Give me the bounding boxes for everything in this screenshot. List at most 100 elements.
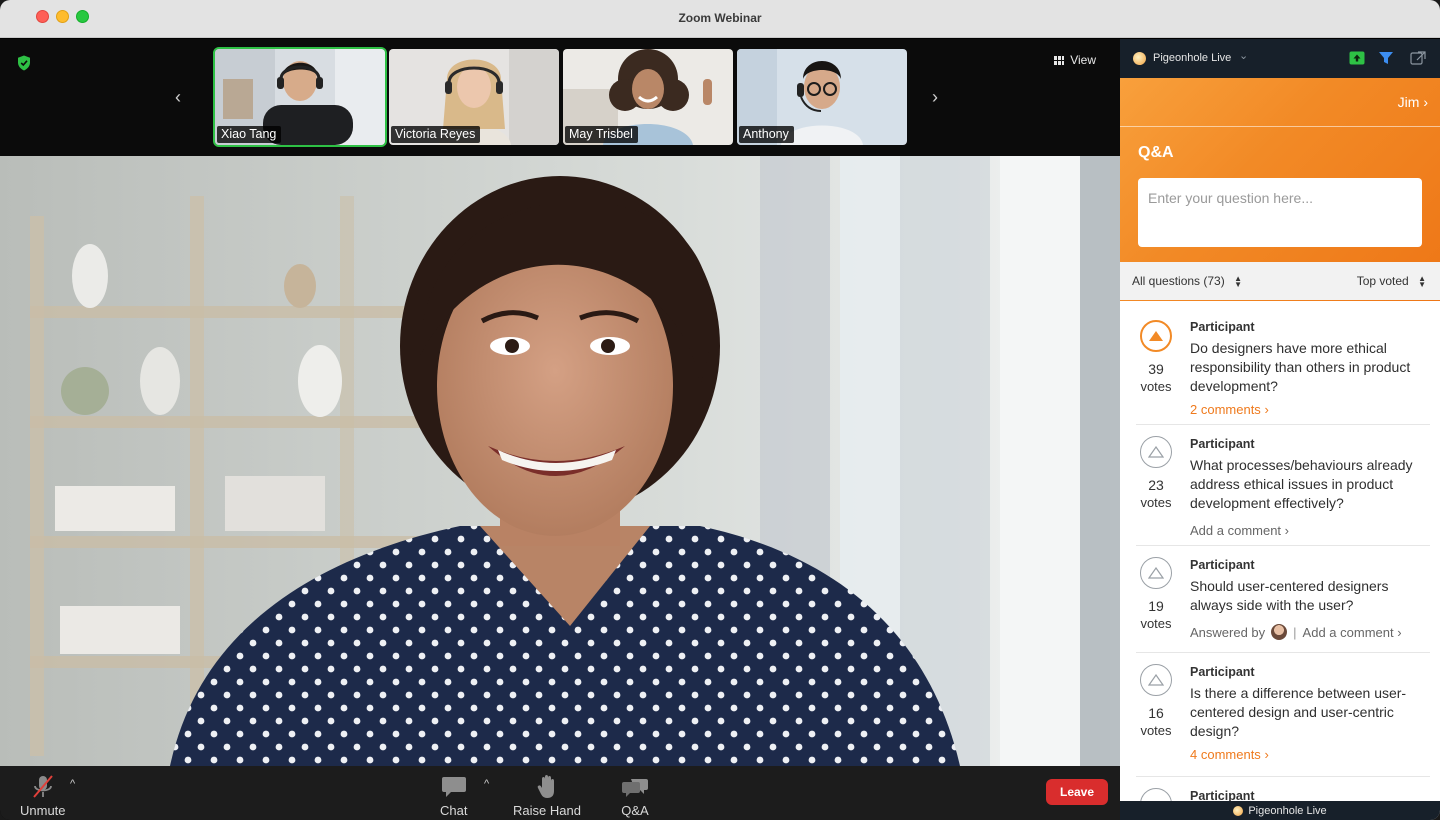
votes-label: votes <box>1140 616 1172 631</box>
question-input[interactable] <box>1138 178 1422 247</box>
speaker-video-image <box>0 156 1120 766</box>
question-item: 19 votes Participant Should user-centere… <box>1136 546 1430 653</box>
question-item: 39 votes Participant Do designers have m… <box>1136 320 1430 425</box>
question-body: Participant Do designers have more ethic… <box>1190 320 1430 419</box>
all-questions-filter[interactable]: All questions (73) ▲ ▼ <box>1132 274 1242 288</box>
upvote-triangle-icon <box>1148 446 1164 458</box>
votes-label: votes <box>1140 723 1172 738</box>
upvote-button[interactable] <box>1140 664 1172 696</box>
question-list: 39 votes Participant Do designers have m… <box>1120 300 1440 801</box>
leave-button[interactable]: Leave <box>1046 779 1108 805</box>
chevron-down-icon[interactable]: ⌄ <box>1239 49 1248 62</box>
question-item: 16 votes Participant Is there a differen… <box>1136 653 1430 777</box>
filter-icon[interactable] <box>1378 51 1394 65</box>
vote-count: 19 <box>1148 598 1164 614</box>
question-text: Is there a difference between user-cente… <box>1190 685 1407 739</box>
sort-arrows-icon: ▲ ▼ <box>1418 273 1426 289</box>
upvote-button[interactable] <box>1140 557 1172 589</box>
pop-out-icon[interactable] <box>1410 51 1426 65</box>
chat-options-caret-icon[interactable]: ^ <box>484 778 489 790</box>
question-item: Participant <box>1136 777 1430 801</box>
add-comment-label: Add a comment <box>1190 523 1282 538</box>
unmute-button[interactable]: Unmute <box>20 774 66 818</box>
question-filters: All questions (73) ▲ ▼ Top voted ▲ ▼ <box>1120 262 1440 300</box>
strip-next-arrow-icon[interactable]: › <box>932 87 938 108</box>
panel-app-name: Pigeonhole Live <box>1153 52 1232 64</box>
meeting-toolbar: Unmute ^ Chat ^ Raise Hand Q&A Leave <box>0 766 1120 820</box>
participant-tile[interactable]: Victoria Reyes <box>389 49 559 145</box>
qa-label: Q&A <box>621 803 649 818</box>
answerer-avatar <box>1271 624 1288 640</box>
comments-link-label: 2 comments <box>1190 402 1261 417</box>
question-author: Participant <box>1190 437 1255 451</box>
vote-block: 16 votes <box>1140 664 1172 738</box>
chevron-right-icon: › <box>1397 624 1402 640</box>
sort-arrows-icon: ▲ ▼ <box>1234 273 1242 289</box>
muted-microphone-icon <box>31 774 55 800</box>
chat-button[interactable]: Chat <box>440 774 467 818</box>
upvote-triangle-icon <box>1148 567 1164 579</box>
participant-name: Anthony <box>739 126 794 143</box>
meta-separator: | <box>1293 624 1297 640</box>
participant-name: Victoria Reyes <box>391 126 481 143</box>
chat-label: Chat <box>440 803 468 818</box>
unmute-label: Unmute <box>20 803 66 818</box>
window-title: Zoom Webinar <box>678 11 762 25</box>
question-author: Participant <box>1190 320 1255 334</box>
raise-hand-label: Raise Hand <box>513 803 581 818</box>
chevron-right-icon: › <box>1284 523 1290 538</box>
user-profile-link[interactable]: Jim › <box>1398 94 1428 110</box>
vote-count: 39 <box>1148 361 1164 377</box>
participant-tile[interactable]: Anthony <box>737 49 907 145</box>
grid-icon <box>1054 55 1065 65</box>
user-name: Jim <box>1397 94 1420 110</box>
header-divider <box>1120 126 1440 127</box>
participant-name: Xiao Tang <box>217 126 282 143</box>
chevron-right-icon: › <box>1264 402 1269 417</box>
share-screen-icon[interactable] <box>1349 51 1365 65</box>
vote-block <box>1140 788 1172 801</box>
question-body: Participant <box>1190 789 1430 801</box>
qa-bubbles-icon <box>621 774 649 800</box>
participant-name: May Trisbel <box>565 126 638 143</box>
votes-label: votes <box>1140 379 1172 394</box>
title-bar: Zoom Webinar <box>0 0 1440 38</box>
shield-icon[interactable] <box>17 55 31 71</box>
panel-footer: Pigeonhole Live <box>1120 801 1440 820</box>
comments-link[interactable]: 4 comments › <box>1190 747 1269 762</box>
add-comment-label: Add a comment <box>1302 624 1394 640</box>
comments-link-label: 4 comments <box>1190 747 1261 762</box>
vote-count: 23 <box>1148 477 1164 493</box>
participant-strip: ‹ Xiao Tang Victoria Reyes May Trisbel A… <box>0 39 1120 156</box>
vote-block: 39 votes <box>1140 320 1172 394</box>
hand-icon <box>536 774 558 800</box>
vote-count: 16 <box>1148 705 1164 721</box>
upvote-triangle-icon <box>1148 674 1164 686</box>
view-button[interactable]: View <box>1054 53 1096 67</box>
participant-tile[interactable]: Xiao Tang <box>213 47 387 147</box>
question-body: Participant Should user-centered designe… <box>1190 558 1430 640</box>
speaker-video <box>0 156 1120 766</box>
audio-options-caret-icon[interactable]: ^ <box>70 778 75 790</box>
upvote-button[interactable] <box>1140 436 1172 468</box>
votes-label: votes <box>1140 495 1172 510</box>
question-author: Participant <box>1190 665 1255 679</box>
qa-button[interactable]: Q&A <box>621 774 649 818</box>
sort-filter[interactable]: Top voted ▲ ▼ <box>1357 274 1426 288</box>
question-text: Do designers have more ethical responsib… <box>1190 340 1411 394</box>
raise-hand-button[interactable]: Raise Hand <box>513 774 581 818</box>
upvote-button[interactable] <box>1140 788 1172 801</box>
comments-link[interactable]: 2 comments › <box>1190 402 1269 417</box>
question-meta: Answered by | Add a comment › <box>1190 624 1430 640</box>
footer-label: Pigeonhole Live <box>1248 804 1327 817</box>
all-questions-label: All questions (73) <box>1132 274 1225 288</box>
sort-label: Top voted <box>1356 274 1409 288</box>
add-comment-link[interactable]: Add a comment › <box>1303 625 1402 640</box>
question-body: Participant What processes/behaviours al… <box>1190 437 1430 540</box>
view-label: View <box>1070 53 1096 67</box>
add-comment-link[interactable]: Add a comment › <box>1190 523 1289 538</box>
upvote-button[interactable] <box>1140 320 1172 352</box>
question-body: Participant Is there a difference betwee… <box>1190 665 1430 764</box>
participant-tile[interactable]: May Trisbel <box>563 49 733 145</box>
strip-prev-arrow-icon[interactable]: ‹ <box>175 87 181 108</box>
